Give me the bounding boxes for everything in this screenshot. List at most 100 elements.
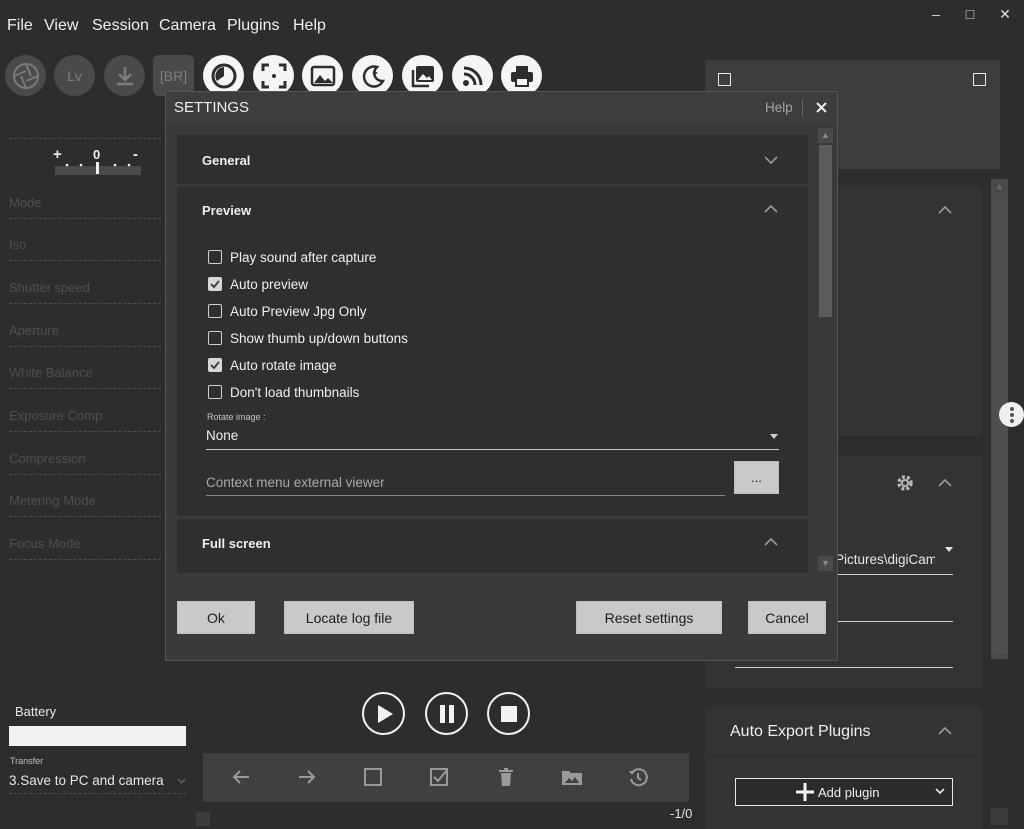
menu-view[interactable]: View [44,17,78,35]
context-menu-viewer-input[interactable]: Context menu external viewer [206,472,725,496]
timelapse-icon[interactable] [203,55,244,96]
locate-log-button[interactable]: Locate log file [284,601,414,634]
menu-session[interactable]: Session [92,17,149,35]
save-path-value: Pictures\digiCam [835,552,935,567]
help-link[interactable]: Help [765,100,793,115]
section-fullscreen[interactable]: Full screen [177,519,808,573]
menu-camera[interactable]: Camera [159,17,216,35]
option-auto-preview-jpg[interactable]: Auto Preview Jpg Only [208,302,367,320]
br-label: [BR] [159,67,188,84]
menu-file[interactable]: File [7,17,33,35]
close-icon[interactable] [816,102,827,113]
preview-checkbox-left[interactable] [718,73,731,86]
section-preview-title[interactable]: Preview [202,203,251,218]
option-auto-preview[interactable]: Auto preview [208,275,308,293]
image-counter: -1/0 [670,806,693,821]
checkbox[interactable] [208,250,222,264]
maximize-button[interactable]: □ [958,6,982,26]
chevron-up-icon[interactable] [764,202,778,216]
arrow-right-icon[interactable] [295,765,319,789]
chevron-up-icon[interactable] [938,205,952,215]
checkbox-checked[interactable] [208,277,222,291]
aperture-field[interactable]: Aperture [9,323,161,347]
check-icon [210,280,220,289]
cancel-button[interactable]: Cancel [748,601,826,634]
dialog-scrollbar[interactable]: ▲ ▼ [817,127,834,574]
night-mode-icon[interactable] [352,55,393,96]
option-play-sound[interactable]: Play sound after capture [208,248,376,266]
option-auto-rotate[interactable]: Auto rotate image [208,356,337,374]
scroll-left-button[interactable] [196,812,210,826]
gear-icon[interactable] [896,474,914,492]
scroll-down-button[interactable]: ▼ [818,556,833,571]
menu-help[interactable]: Help [293,17,326,35]
exposure-comp-field[interactable]: Exposure Comp. [9,408,161,432]
white-balance-field[interactable]: White Balance [9,365,161,389]
chevron-up-icon[interactable] [938,478,952,488]
play-button[interactable] [362,692,405,735]
dialog-title: SETTINGS [174,99,250,116]
image-icon[interactable] [302,55,343,96]
shutter-speed-field[interactable]: Shutter speed [9,280,161,304]
ok-button[interactable]: Ok [177,601,255,634]
metering-mode-field[interactable]: Metering Mode [9,493,161,517]
menu-plugins[interactable]: Plugins [227,17,279,35]
option-label: Auto rotate image [230,357,337,373]
stop-button[interactable] [487,692,530,735]
arrow-left-icon[interactable] [229,765,253,789]
option-label: Play sound after capture [230,249,377,265]
transfer-value: 3.Save to PC and camera [9,773,164,788]
lv-icon[interactable]: Lv [54,55,95,96]
minimize-button[interactable]: – [924,6,948,26]
mode-field[interactable]: Mode [9,195,161,219]
checkbox-checked[interactable] [208,358,222,372]
divider [9,138,161,139]
chevron-up-icon[interactable] [938,726,952,736]
chevron-up-icon[interactable] [764,535,778,549]
preview-checkbox-right[interactable] [973,73,986,86]
rotate-image-select[interactable]: None [206,425,779,450]
checkbox[interactable] [208,304,222,318]
folder-icon[interactable] [560,765,584,789]
pause-button[interactable] [425,692,468,735]
focus-frame-icon[interactable] [253,55,294,96]
bracketing-icon[interactable]: [BR] [153,55,194,96]
scroll-up-button[interactable]: ▲ [818,128,833,143]
option-label: Auto preview [230,276,309,292]
iso-field[interactable]: Iso [9,237,161,261]
select-all-icon[interactable] [427,765,451,789]
option-label: Show thumb up/down buttons [230,330,408,346]
scroll-up-button[interactable]: ▲ [994,181,1005,192]
delete-icon[interactable] [494,765,518,789]
select-none-icon[interactable] [361,765,385,789]
option-no-thumbnails[interactable]: Don't load thumbnails [208,383,359,401]
more-vertical-icon [1009,406,1014,423]
reset-settings-button[interactable]: Reset settings [576,601,722,634]
scroll-thumb[interactable] [992,199,1007,654]
chevron-down-icon[interactable] [764,153,778,167]
transfer-select[interactable]: 3.Save to PC and camera [9,770,186,794]
download-icon[interactable] [104,55,145,96]
checkbox[interactable] [208,385,222,399]
browse-button[interactable]: ... [734,461,779,494]
more-options-button[interactable] [999,402,1024,427]
aperture-icon[interactable] [5,55,46,96]
section-general[interactable]: General [177,135,808,184]
rotate-image-value: None [206,428,239,443]
wireless-icon[interactable] [452,55,493,96]
gallery-icon[interactable] [402,55,443,96]
scroll-thumb[interactable] [819,145,832,317]
restore-icon[interactable] [626,765,650,789]
chevron-down-icon [935,788,945,795]
field-underline [735,667,953,668]
option-thumb-buttons[interactable]: Show thumb up/down buttons [208,329,408,347]
add-plugin-button[interactable]: Add plugin [735,778,953,806]
checkbox[interactable] [208,331,222,345]
divider [802,100,803,116]
focus-mode-field[interactable]: Focus Mode [9,536,161,560]
compression-field[interactable]: Compression [9,451,161,475]
print-icon[interactable] [501,55,542,96]
section-preview: Preview [177,186,808,516]
scroll-down-button[interactable] [991,808,1008,825]
close-button[interactable]: ✕ [993,6,1017,26]
